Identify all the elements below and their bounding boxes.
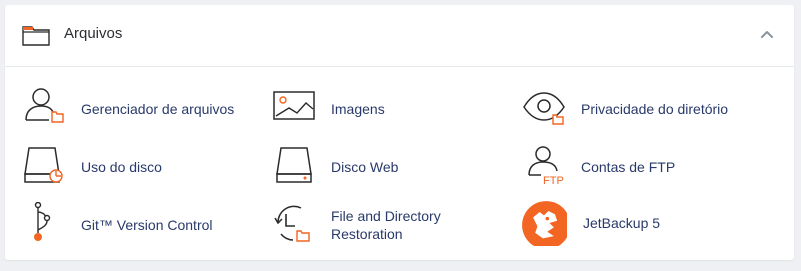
file-manager-icon xyxy=(25,88,64,123)
item-web-disk[interactable]: Disco Web xyxy=(273,144,423,190)
directory-privacy-icon xyxy=(523,92,565,125)
item-label: Imagens xyxy=(331,101,385,117)
item-label: Gerenciador de arquivos xyxy=(81,101,235,117)
web-disk-icon xyxy=(276,147,312,183)
item-label: Git™ Version Control xyxy=(81,217,213,233)
chevron-up-icon[interactable] xyxy=(760,29,774,39)
files-panel-header[interactable]: Arquivos xyxy=(5,5,794,67)
item-label: Uso do disco xyxy=(81,159,162,175)
item-label: Disco Web xyxy=(331,159,399,175)
git-version-control-icon xyxy=(34,202,51,241)
item-file-manager[interactable]: Gerenciador de arquivos xyxy=(23,86,253,132)
item-jetbackup[interactable]: JetBackup 5 xyxy=(521,200,701,246)
item-images[interactable]: Imagens xyxy=(273,86,423,132)
item-label: Privacidade do diretório xyxy=(581,101,729,117)
item-file-directory-restoration[interactable]: File and Directory Restoration xyxy=(273,202,483,248)
ftp-accounts-icon: FTP xyxy=(528,146,564,186)
item-disk-usage[interactable]: Uso do disco xyxy=(23,144,203,190)
item-label: Contas de FTP xyxy=(581,159,676,175)
folder-icon xyxy=(22,26,50,46)
file-restoration-icon xyxy=(274,205,310,242)
panel-title: Arquivos xyxy=(64,25,123,42)
item-label: JetBackup 5 xyxy=(583,215,661,231)
disk-usage-icon xyxy=(24,147,63,183)
ftp-badge-text: FTP xyxy=(543,175,564,186)
item-label: File and Directory Restoration xyxy=(331,208,441,242)
item-ftp-accounts[interactable]: FTP Contas de FTP xyxy=(523,144,703,190)
files-panel: Arquivos Gerenciador de arquivos Imagens… xyxy=(5,5,794,260)
images-icon xyxy=(273,91,315,120)
jetbackup-icon xyxy=(522,201,567,246)
item-directory-privacy[interactable]: Privacidade do diretório xyxy=(523,86,753,132)
item-git-version-control[interactable]: Git™ Version Control xyxy=(23,202,233,248)
